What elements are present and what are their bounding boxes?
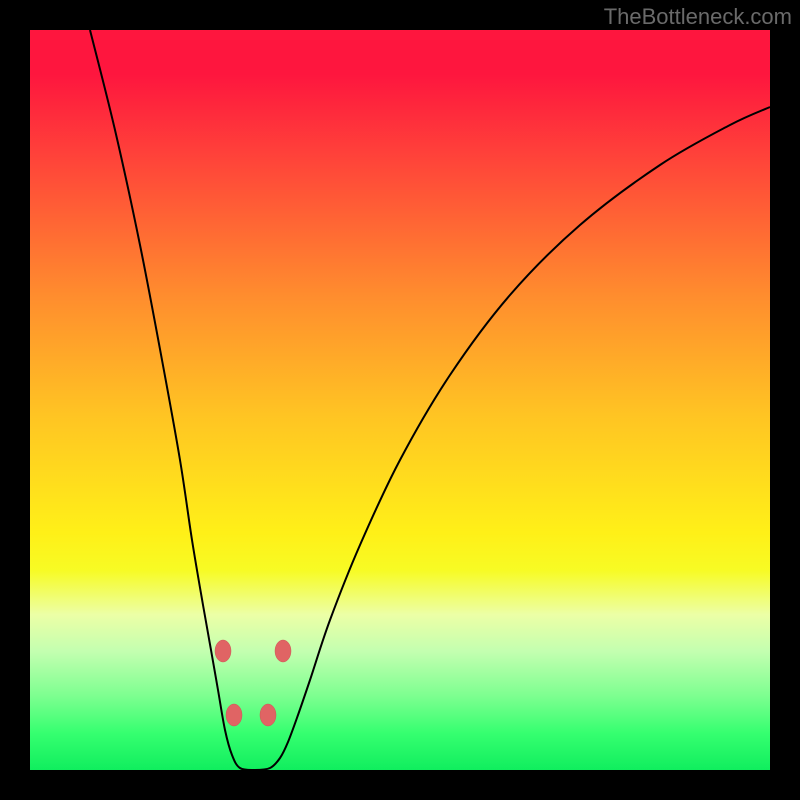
curve-svg [30,30,770,770]
curve-marker [226,704,242,726]
curve-marker [260,704,276,726]
markers-group [215,640,291,726]
watermark-text: TheBottleneck.com [604,4,792,30]
curve-marker [215,640,231,662]
chart-frame: TheBottleneck.com [0,0,800,800]
plot-area [30,30,770,770]
curve-marker [275,640,291,662]
bottleneck-curve [90,30,770,770]
